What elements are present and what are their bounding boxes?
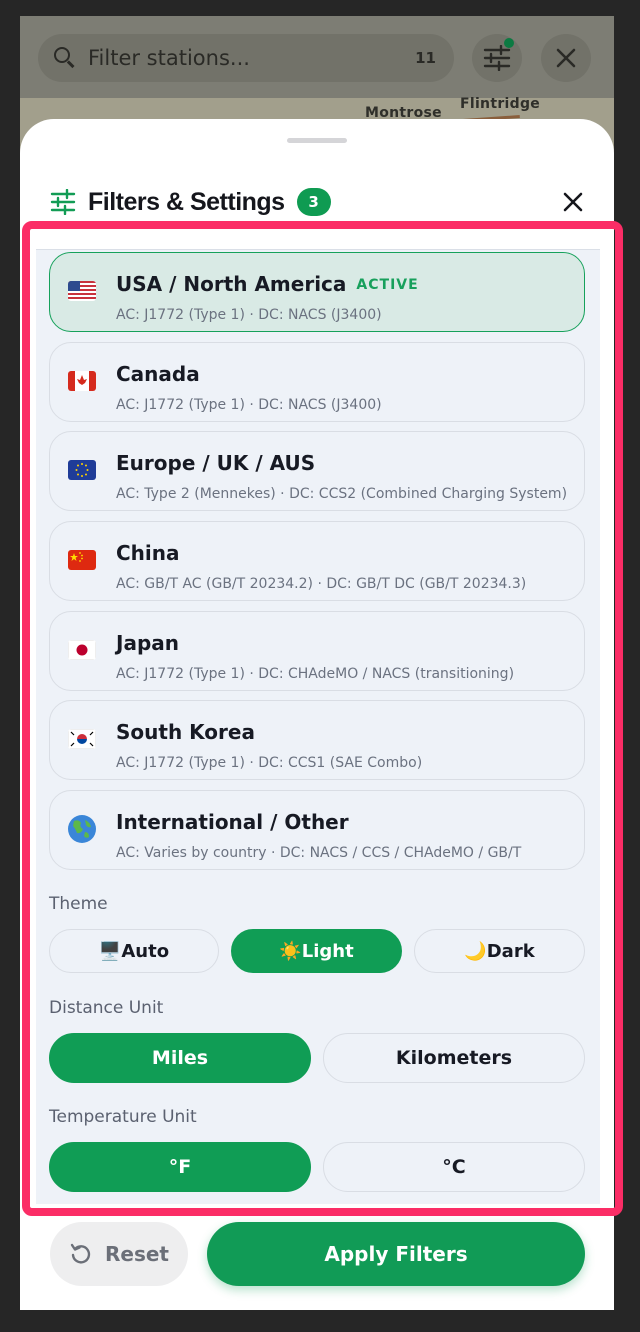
region-option-international[interactable]: International / Other AC: Varies by coun… [49,790,585,870]
region-standards: AC: Type 2 (Mennekes) · DC: CCS2 (Combin… [116,486,568,502]
globe-icon [67,814,97,844]
theme-label: Theme [49,894,108,914]
temperature-unit-label: Temperature Unit [49,1107,197,1127]
region-option-japan[interactable]: Japan AC: J1772 (Type 1) · DC: CHAdeMO /… [49,611,585,691]
theme-option-label: Dark [486,940,535,962]
region-name: South Korea [116,720,255,744]
theme-option-label: Light [301,940,354,962]
close-icon [563,192,583,212]
distance-option-kilometers[interactable]: Kilometers [323,1033,585,1083]
region-standards: AC: GB/T AC (GB/T 20234.2) · DC: GB/T DC… [116,576,527,592]
theme-option-dark[interactable]: 🌙 Dark [414,929,585,973]
reset-label: Reset [105,1242,169,1266]
apply-filters-button[interactable]: Apply Filters [207,1222,585,1286]
region-option-south-korea[interactable]: South Korea AC: J1772 (Type 1) · DC: CCS… [49,700,585,780]
region-option-europe[interactable]: Europe / UK / AUS AC: Type 2 (Mennekes) … [49,431,585,511]
option-label: Kilometers [395,1047,513,1069]
us-flag-icon [68,281,96,301]
filters-active-dot [504,38,514,48]
reset-button[interactable]: Reset [50,1222,188,1286]
search-bar[interactable]: Filter stations... 11 [38,34,454,82]
region-option-usa[interactable]: USA / North America ACTIVE AC: J1772 (Typ… [49,252,585,332]
temperature-option-celsius[interactable]: °C [323,1142,585,1192]
map-label-flintridge: Flintridge [460,96,541,112]
region-standards: AC: J1772 (Type 1) · DC: CHAdeMO / NACS … [116,666,515,682]
china-flag-icon [68,550,96,570]
station-count: 11 [415,49,436,67]
region-standards: AC: Varies by country · DC: NACS / CCS /… [116,845,522,861]
distance-unit-label: Distance Unit [49,998,164,1018]
korea-flag-icon [68,729,96,749]
reset-icon [70,1243,91,1264]
region-standards: AC: J1772 (Type 1) · DC: NACS (J3400) [116,397,382,413]
page-title: Filters & Settings [88,187,285,216]
region-name: International / Other [116,810,349,834]
settings-scroll-area[interactable]: USA / North America ACTIVE AC: J1772 (Typ… [36,249,600,1204]
search-icon [54,47,76,69]
sliders-icon [50,189,76,215]
theme-option-light[interactable]: ☀️ Light [231,929,402,973]
region-name: USA / North America [116,272,347,296]
region-name: Europe / UK / AUS [116,451,316,475]
region-standards: AC: J1772 (Type 1) · DC: NACS (J3400) [116,307,382,323]
sliders-icon [483,45,511,71]
monitor-icon: 🖥️ [98,940,122,962]
active-filters-badge: 3 [296,188,331,216]
option-label: Miles [151,1047,209,1069]
sheet-grabber-handle[interactable] [287,138,347,143]
region-option-china[interactable]: China AC: GB/T AC (GB/T 20234.2) · DC: G… [49,521,585,601]
sun-icon: ☀️ [279,940,302,962]
theme-option-auto[interactable]: 🖥️ Auto [49,929,219,973]
active-tag: ACTIVE [356,277,419,293]
apply-filters-label: Apply Filters [324,1242,468,1266]
region-option-canada[interactable]: Canada AC: J1772 (Type 1) · DC: NACS (J3… [49,342,585,422]
option-label: °C [442,1156,466,1178]
canada-flag-icon [68,371,96,391]
sheet-header: Filters & Settings 3 [50,183,590,221]
region-name: China [116,541,180,565]
divider [36,249,600,250]
close-search-button[interactable] [541,34,591,82]
region-name: Canada [116,362,200,386]
close-sheet-button[interactable] [556,185,590,219]
japan-flag-icon [68,640,96,660]
eu-flag-icon [68,460,96,480]
filters-sheet: Filters & Settings 3 USA / North America… [20,119,614,1310]
moon-icon: 🌙 [464,940,487,962]
region-name: Japan [116,631,179,655]
option-label: °F [168,1156,192,1178]
temperature-option-fahrenheit[interactable]: °F [49,1142,311,1192]
search-input[interactable]: Filter stations... [88,46,415,70]
close-icon [556,48,576,68]
region-standards: AC: J1772 (Type 1) · DC: CCS1 (SAE Combo… [116,755,423,771]
filters-toggle-button[interactable] [472,34,522,82]
theme-option-label: Auto [121,940,170,962]
distance-option-miles[interactable]: Miles [49,1033,311,1083]
